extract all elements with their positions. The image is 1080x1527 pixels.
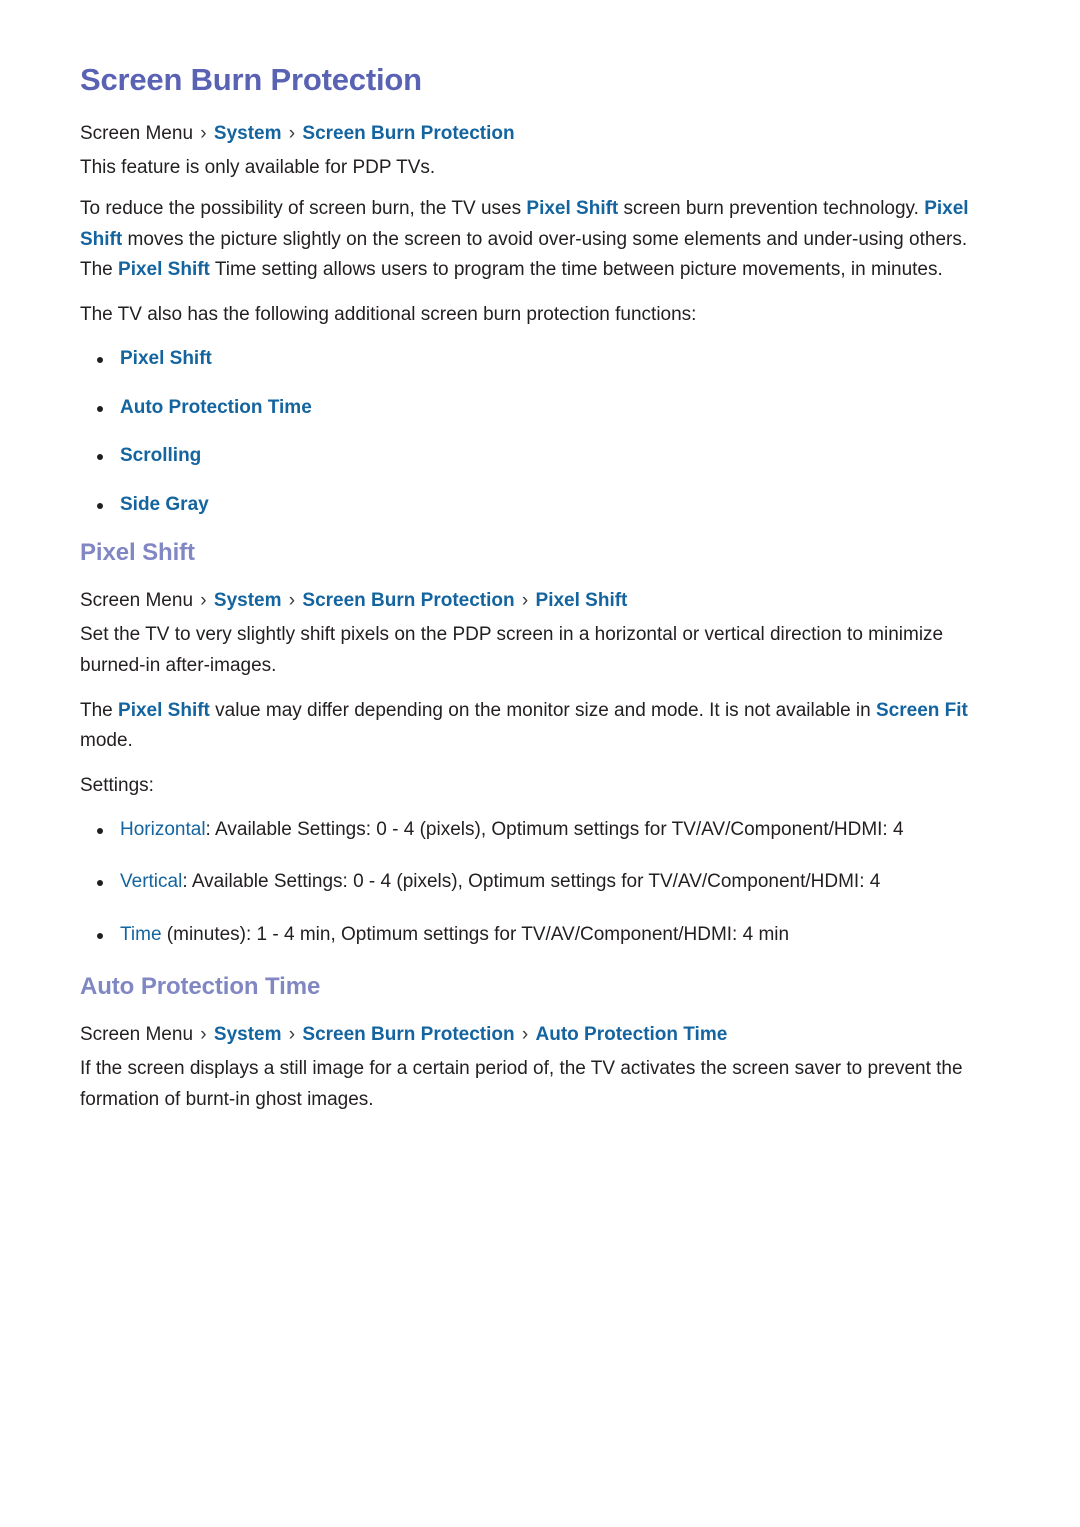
document-content: Screen Burn Protection Screen Menu › Sys… <box>80 62 1000 1116</box>
breadcrumb-link-system[interactable]: System <box>214 1024 282 1045</box>
chevron-right-icon: › <box>521 1023 529 1045</box>
link-pixel-shift[interactable]: Pixel Shift <box>526 198 618 219</box>
breadcrumb-pixel-shift: Screen Menu › System › Screen Burn Prote… <box>80 587 1000 615</box>
link-scrolling[interactable]: Scrolling <box>120 445 201 466</box>
pixel-shift-paragraph-2: The Pixel Shift value may differ dependi… <box>80 696 1000 758</box>
section-title-pixel-shift: Pixel Shift <box>80 539 195 567</box>
breadcrumb-root: Screen Menu <box>80 589 194 611</box>
breadcrumb-link-screen-burn-protection[interactable]: Screen Burn Protection <box>302 590 514 611</box>
intro-text-2: screen burn prevention technology. <box>618 197 925 219</box>
document-page: Screen Burn Protection Screen Menu › Sys… <box>0 0 1080 1527</box>
list-item: Side Gray <box>80 491 1000 520</box>
link-side-gray[interactable]: Side Gray <box>120 494 209 515</box>
link-auto-protection-time[interactable]: Auto Protection Time <box>120 397 312 418</box>
table-row: Vertical: Available Settings: 0 - 4 (pix… <box>80 868 1000 897</box>
breadcrumb-root: Screen Menu <box>80 122 194 144</box>
breadcrumb-root: Screen Menu <box>80 1023 194 1045</box>
intro-text-1: To reduce the possibility of screen burn… <box>80 197 527 219</box>
pixel-shift-paragraph-1: Set the TV to very slightly shift pixels… <box>80 624 944 676</box>
ps-text-3: mode. <box>80 730 133 752</box>
setting-value-vertical: : Available Settings: 0 - 4 (pixels), Op… <box>182 871 881 893</box>
intro-text-4: Time setting allows users to program the… <box>209 259 943 281</box>
setting-value-time: (minutes): 1 - 4 min, Optimum settings f… <box>161 923 790 945</box>
setting-keyword-horizontal[interactable]: Horizontal <box>120 819 206 840</box>
chevron-right-icon: › <box>288 1023 296 1045</box>
breadcrumb-auto-protection-time: Screen Menu › System › Screen Burn Prote… <box>80 1021 1000 1049</box>
settings-label: Settings: <box>80 775 154 797</box>
setting-value-horizontal: : Available Settings: 0 - 4 (pixels), Op… <box>205 818 904 840</box>
chevron-right-icon: › <box>200 1023 207 1045</box>
link-pixel-shift[interactable]: Pixel Shift <box>118 259 210 280</box>
settings-list: Horizontal: Available Settings: 0 - 4 (p… <box>80 816 1000 950</box>
chevron-right-icon: › <box>200 589 207 611</box>
setting-keyword-time[interactable]: Time <box>120 924 162 945</box>
breadcrumb-link-screen-burn-protection[interactable]: Screen Burn Protection <box>302 123 514 144</box>
list-item: Pixel Shift <box>80 345 1000 374</box>
list-item: Scrolling <box>80 442 1000 471</box>
breadcrumb-link-pixel-shift[interactable]: Pixel Shift <box>536 590 628 611</box>
breadcrumb-main: Screen Menu › System › Screen Burn Prote… <box>80 120 1000 148</box>
table-row: Time (minutes): 1 - 4 min, Optimum setti… <box>80 921 1000 950</box>
breadcrumb-link-screen-burn-protection[interactable]: Screen Burn Protection <box>302 1024 514 1045</box>
breadcrumb-link-system[interactable]: System <box>214 590 282 611</box>
breadcrumb-link-system[interactable]: System <box>214 123 282 144</box>
chevron-right-icon: › <box>200 122 207 144</box>
link-pixel-shift[interactable]: Pixel Shift <box>118 700 210 721</box>
setting-keyword-vertical[interactable]: Vertical <box>120 871 182 892</box>
list-item: Auto Protection Time <box>80 394 1000 423</box>
chevron-right-icon: › <box>288 122 296 144</box>
breadcrumb-link-auto-protection-time[interactable]: Auto Protection Time <box>536 1024 728 1045</box>
intro-paragraph-1: To reduce the possibility of screen burn… <box>80 194 1000 286</box>
table-row: Horizontal: Available Settings: 0 - 4 (p… <box>80 816 1000 845</box>
ps-text-2: value may differ depending on the monito… <box>209 699 876 721</box>
section-title-auto-protection-time: Auto Protection Time <box>80 973 321 1001</box>
page-title: Screen Burn Protection <box>80 62 422 97</box>
link-pixel-shift[interactable]: Pixel Shift <box>120 348 212 369</box>
availability-note: This feature is only available for PDP T… <box>80 157 436 179</box>
auto-protection-paragraph-1: If the screen displays a still image for… <box>80 1058 963 1111</box>
function-list: Pixel Shift Auto Protection Time Scrolli… <box>80 345 1000 519</box>
chevron-right-icon: › <box>288 589 296 611</box>
ps-text-1: The <box>80 699 119 721</box>
intro-paragraph-2: The TV also has the following additional… <box>80 304 697 326</box>
link-screen-fit[interactable]: Screen Fit <box>876 700 968 721</box>
chevron-right-icon: › <box>521 589 529 611</box>
